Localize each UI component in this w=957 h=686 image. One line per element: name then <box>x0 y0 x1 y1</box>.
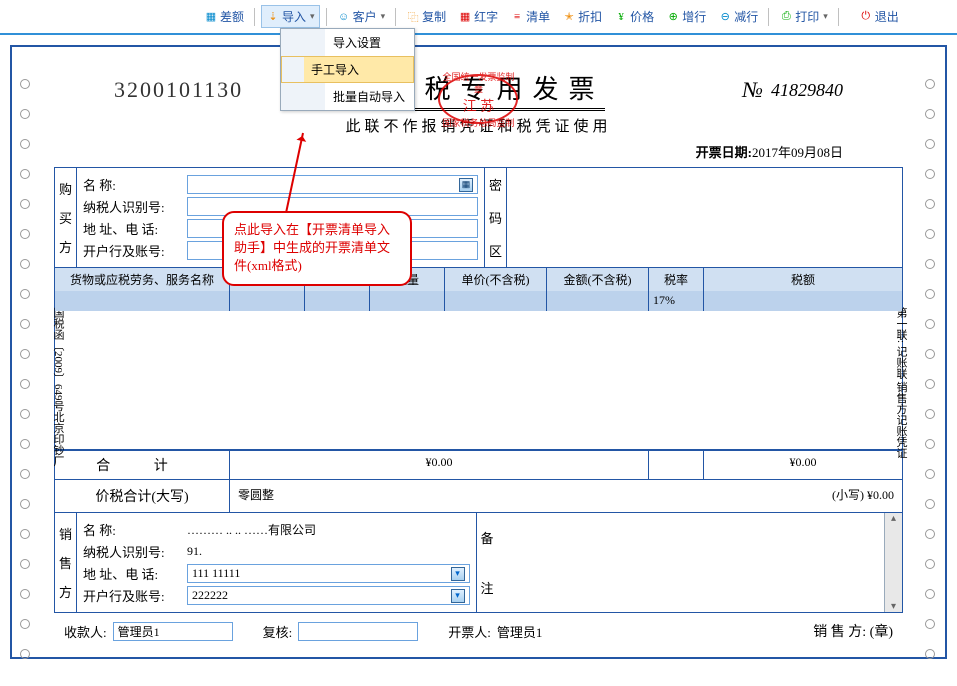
buyer-tax-label: 纳税人识别号: <box>83 197 183 216</box>
perforation-right <box>925 59 937 659</box>
notes-area[interactable] <box>498 513 885 612</box>
seller-section: 销售方 名 称:……… .. .. ……有限公司 纳税人识别号: 91. 地 址、… <box>54 513 903 613</box>
import-icon: ⇣ <box>266 10 280 24</box>
minus-icon: ⊖ <box>718 10 732 24</box>
scroll-down-icon[interactable]: ▾ <box>891 601 896 612</box>
document-number: 3200101130 <box>114 77 243 103</box>
copy-icon: ⿻ <box>406 10 420 24</box>
issuer-value: 管理员1 <box>497 622 543 641</box>
customer-icon: ☺ <box>337 10 351 24</box>
seller-tax-label: 纳税人识别号: <box>83 542 183 561</box>
items-table: 货物或应税劳务、服务名称规格型号单位数量单价(不含税)金额(不含税)税率税额 1… <box>54 268 903 450</box>
footer-row: 收款人: 管理员1 复核: 开票人: 管理员1 销 售 方: (章) <box>54 613 903 645</box>
callout: 点此导入在【开票清单导入助手】中生成的开票清单文件(xml格式) <box>222 211 412 286</box>
capital-row: 价税合计(大写) 零圆整 (小写) ¥0.00 <box>54 480 903 513</box>
review-input[interactable] <box>298 622 418 641</box>
chevron-down-icon: ▾ <box>823 11 828 22</box>
list-button[interactable]: ≡清单 <box>506 6 554 27</box>
dd-batch-import[interactable]: 批量自动导入 <box>281 83 414 110</box>
buyer-addr-label: 地 址、电 话: <box>83 219 183 238</box>
date-row: 开票日期:2017年09月08日 <box>54 142 903 161</box>
official-seal: 全国统一发票监制章 江 苏 国家税务总局监制 <box>438 74 518 124</box>
print-icon: ⎙ <box>779 10 793 24</box>
import-dropdown: 导入设置 手工导入 批量自动导入 <box>280 28 415 111</box>
items-header: 货物或应税劳务、服务名称规格型号单位数量单价(不含税)金额(不含税)税率税额 <box>55 268 902 291</box>
exit-button[interactable]: ⏻退出 <box>855 6 903 27</box>
balance-icon: ▦ <box>204 10 218 24</box>
capital-amount: 零圆整 <box>238 486 274 506</box>
total-amount: ¥0.00 <box>230 451 649 479</box>
print-button[interactable]: ⎙打印▾ <box>775 6 832 27</box>
perforation-left <box>20 59 32 659</box>
seller-stamp-label: 销 售 方: (章) <box>813 621 893 641</box>
seller-bank-input[interactable]: 222222▾ <box>187 586 470 605</box>
addrow-button[interactable]: ⊕增行 <box>662 6 710 27</box>
seller-addr-input[interactable]: 111 11111▾ <box>187 564 470 583</box>
seller-addr-label: 地 址、电 话: <box>83 564 183 583</box>
customer-button[interactable]: ☺客户▾ <box>333 6 390 27</box>
table-row[interactable]: 17% <box>55 291 902 311</box>
invoice-number: № 41829840 <box>742 77 843 103</box>
discount-button[interactable]: ✭折扣 <box>558 6 606 27</box>
chevron-down-icon: ▾ <box>310 11 315 22</box>
seller-name-label: 名 称: <box>83 520 183 539</box>
issuer-label: 开票人: <box>448 622 491 641</box>
seller-tax-value: 91. <box>187 544 202 559</box>
total-tax: ¥0.00 <box>704 451 902 479</box>
payee-label: 收款人: <box>64 622 107 641</box>
scrollbar[interactable]: ▴▾ <box>884 513 902 612</box>
buyer-name-input[interactable]: ▦ <box>187 175 478 194</box>
payee-input[interactable]: 管理员1 <box>113 622 233 641</box>
chevron-down-icon: ▾ <box>381 11 386 22</box>
dropdown-icon[interactable]: ▦ <box>459 178 473 192</box>
callout-box: 点此导入在【开票清单导入助手】中生成的开票清单文件(xml格式) <box>222 211 412 286</box>
seller-label: 销售方 <box>55 513 77 612</box>
dropdown-icon[interactable]: ▾ <box>451 589 465 603</box>
buyer-section: 购买方 名 称: ▦ 纳税人识别号: 地 址、电 话: 开户行及账号: 密码区 <box>54 167 903 268</box>
balance-button[interactable]: ▦差额 <box>200 6 248 27</box>
seller-name-value: ……… .. .. ……有限公司 <box>187 521 316 538</box>
red-button[interactable]: ▦红字 <box>454 6 502 27</box>
delrow-button[interactable]: ⊖减行 <box>714 6 762 27</box>
seller-bank-label: 开户行及账号: <box>83 586 183 605</box>
density-label: 密码区 <box>484 168 506 267</box>
total-row: 合 计 ¥0.00 ¥0.00 <box>54 450 903 480</box>
scroll-up-icon[interactable]: ▴ <box>891 513 896 524</box>
dd-import-settings[interactable]: 导入设置 <box>281 29 414 56</box>
items-body[interactable]: 17% <box>55 291 902 449</box>
list-icon: ≡ <box>510 10 524 24</box>
price-icon: ¥ <box>614 10 628 24</box>
buyer-name-label: 名 称: <box>83 175 183 194</box>
buyer-label: 购买方 <box>55 168 77 267</box>
red-icon: ▦ <box>458 10 472 24</box>
invoice-document: 国税函〔2009〕649号北京印钞厂 第一联: 记账联 销售方记账凭证 3200… <box>10 45 947 659</box>
dd-manual-import[interactable]: 手工导入 <box>281 56 414 83</box>
copy-button[interactable]: ⿻复制 <box>402 6 450 27</box>
notes-label: 备注 <box>476 513 498 612</box>
review-label: 复核: <box>263 622 293 641</box>
toolbar: ▦差额 ⇣导入▾ ☺客户▾ ⿻复制 ▦红字 ≡清单 ✭折扣 ¥价格 ⊕增行 ⊖减… <box>0 0 957 35</box>
discount-icon: ✭ <box>562 10 576 24</box>
dropdown-icon[interactable]: ▾ <box>451 567 465 581</box>
import-button[interactable]: ⇣导入▾ <box>261 5 320 28</box>
power-icon: ⏻ <box>859 10 873 24</box>
price-button[interactable]: ¥价格 <box>610 6 658 27</box>
density-area <box>506 168 902 267</box>
buyer-bank-label: 开户行及账号: <box>83 241 183 260</box>
plus-icon: ⊕ <box>666 10 680 24</box>
